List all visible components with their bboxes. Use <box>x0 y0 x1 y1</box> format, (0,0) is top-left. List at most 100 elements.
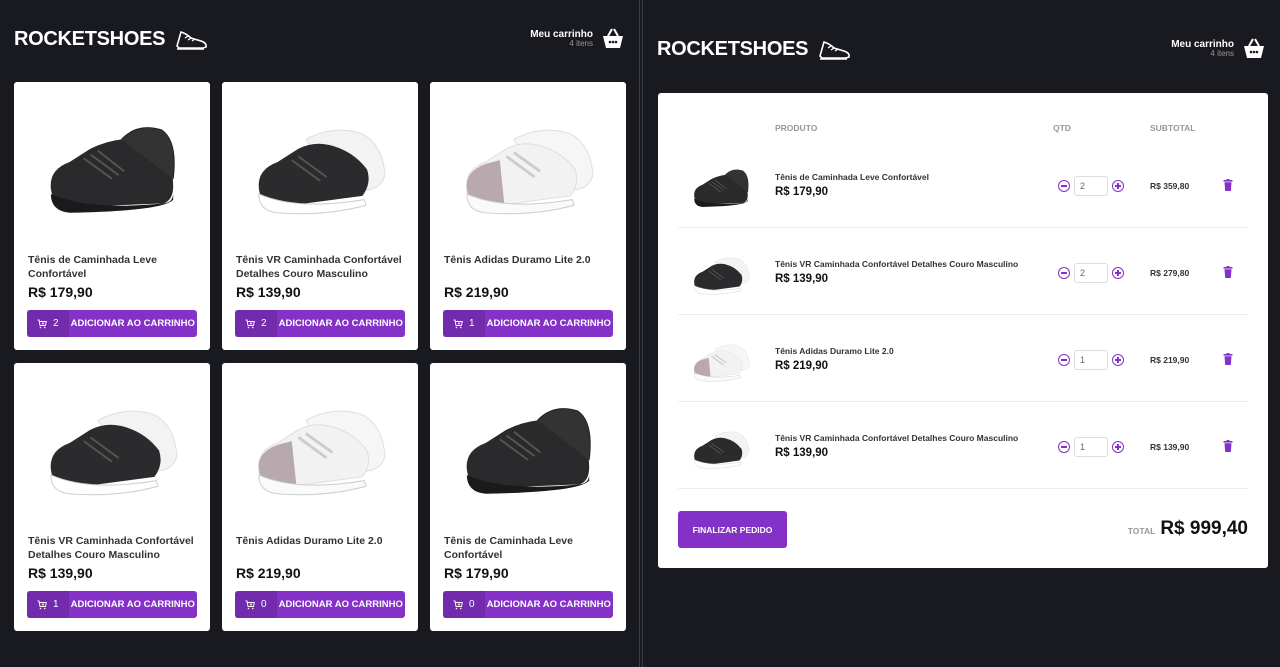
cart-add-icon <box>37 600 47 609</box>
trash-icon[interactable] <box>1223 440 1233 452</box>
product-card: Tênis de Caminhada Leve Confortável R$ 17… <box>14 82 210 350</box>
add-to-cart-button[interactable]: 1 ADICIONAR AO CARRINHO <box>443 310 613 337</box>
total-value: R$ 999,40 <box>1160 518 1248 539</box>
logo[interactable]: ROCKETSHOES <box>657 36 852 62</box>
product-image[interactable] <box>236 375 404 525</box>
product-price: R$ 179,90 <box>28 284 93 300</box>
cart-item-title: Tênis VR Caminhada Confortável Detalhes … <box>775 259 1019 269</box>
product-title: Tênis Adidas Duramo Lite 2.0 <box>236 535 383 547</box>
product-title: Tênis de Caminhada Leve Confortável <box>444 535 573 561</box>
column-header-qty: QTD <box>1053 123 1071 133</box>
header: ROCKETSHOES Meu carrinho 4 itens <box>657 32 1266 66</box>
product-image[interactable] <box>28 375 196 525</box>
product-title: Tênis VR Caminhada Confortável Detalhes … <box>28 535 194 561</box>
add-to-cart-button[interactable]: 0 ADICIONAR AO CARRINHO <box>443 591 613 618</box>
cart-item-title: Tênis de Caminhada Leve Confortável <box>775 172 929 182</box>
product-image[interactable] <box>444 375 612 525</box>
cart-link[interactable]: Meu carrinho 4 itens <box>1171 37 1266 61</box>
product-price: R$ 219,90 <box>236 565 301 581</box>
add-to-cart-button[interactable]: 2 ADICIONAR AO CARRINHO <box>27 310 197 337</box>
cart-amount-value: 2 <box>261 318 267 329</box>
cart-item-subtotal: R$ 279,80 <box>1150 268 1190 278</box>
plus-circle-icon[interactable] <box>1112 267 1124 279</box>
cart-count: 4 itens <box>569 39 593 49</box>
total-label: TOTAL <box>1127 526 1156 536</box>
cart-add-icon <box>245 319 255 328</box>
product-title: Tênis Adidas Duramo Lite 2.0 <box>444 254 591 266</box>
quantity-input[interactable] <box>1074 176 1108 196</box>
cart-item-image <box>686 337 756 382</box>
cart-row: Tênis VR Caminhada Confortável Detalhes … <box>678 228 1248 315</box>
minus-circle-icon[interactable] <box>1058 441 1070 453</box>
cart-amount: 0 <box>235 591 277 618</box>
product-image[interactable] <box>236 94 404 244</box>
product-image[interactable] <box>28 94 196 244</box>
shoe-logo-icon <box>176 30 208 50</box>
column-header-subtotal: SUBTOTAL <box>1150 123 1196 133</box>
quantity-input[interactable] <box>1074 437 1108 457</box>
product-list-pane: ROCKETSHOES Meu carrinho 4 itens Tênis d… <box>0 0 640 667</box>
plus-circle-icon[interactable] <box>1112 441 1124 453</box>
add-to-cart-button[interactable]: 2 ADICIONAR AO CARRINHO <box>235 310 405 337</box>
product-price: R$ 219,90 <box>444 284 509 300</box>
cart-amount-value: 1 <box>469 318 475 329</box>
product-title: Tênis de Caminhada Leve Confortável <box>28 254 157 280</box>
minus-circle-icon[interactable] <box>1058 180 1070 192</box>
minus-circle-icon[interactable] <box>1058 267 1070 279</box>
quantity-stepper <box>1058 263 1124 283</box>
add-to-cart-label: ADICIONAR AO CARRINHO <box>278 599 403 610</box>
product-card: Tênis Adidas Duramo Lite 2.0 R$ 219,90 0 AD… <box>222 363 418 631</box>
cart-amount: 1 <box>27 591 69 618</box>
add-to-cart-button[interactable]: 0 ADICIONAR AO CARRINHO <box>235 591 405 618</box>
cart-item-subtotal: R$ 219,90 <box>1150 355 1190 365</box>
add-to-cart-button[interactable]: 1 ADICIONAR AO CARRINHO <box>27 591 197 618</box>
product-price: R$ 139,90 <box>28 565 93 581</box>
cart-add-icon <box>245 600 255 609</box>
cart-item-image <box>686 163 756 208</box>
shoe-logo-icon <box>819 40 851 60</box>
cart-item-image <box>686 250 756 295</box>
add-to-cart-label: ADICIONAR AO CARRINHO <box>278 318 403 329</box>
product-title: Tênis VR Caminhada Confortável Detalhes … <box>236 254 402 280</box>
cart-link[interactable]: Meu carrinho 4 itens <box>530 27 625 51</box>
cart-item-title: Tênis VR Caminhada Confortável Detalhes … <box>775 433 1019 443</box>
header: ROCKETSHOES Meu carrinho 4 itens <box>14 22 625 56</box>
product-card: Tênis VR Caminhada Confortável Detalhes … <box>14 363 210 631</box>
quantity-stepper <box>1058 437 1124 457</box>
cart-row: Tênis de Caminhada Leve Confortável R$ 17… <box>678 141 1248 228</box>
quantity-input[interactable] <box>1074 263 1108 283</box>
plus-circle-icon[interactable] <box>1112 354 1124 366</box>
product-card: Tênis de Caminhada Leve Confortável R$ 17… <box>430 363 626 631</box>
product-card: Tênis VR Caminhada Confortável Detalhes … <box>222 82 418 350</box>
cart-row: Tênis VR Caminhada Confortável Detalhes … <box>678 402 1248 489</box>
trash-icon[interactable] <box>1223 179 1233 191</box>
total: TOTAL R$ 999,40 <box>1128 518 1248 540</box>
cart-amount-value: 0 <box>261 599 267 610</box>
cart-add-icon <box>453 600 463 609</box>
quantity-stepper <box>1058 176 1124 196</box>
trash-icon[interactable] <box>1223 353 1233 365</box>
quantity-input[interactable] <box>1074 350 1108 370</box>
trash-icon[interactable] <box>1223 266 1233 278</box>
cart-add-icon <box>453 319 463 328</box>
product-card: Tênis Adidas Duramo Lite 2.0 R$ 219,90 1 AD… <box>430 82 626 350</box>
cart-amount: 2 <box>235 310 277 337</box>
cart-item-subtotal: R$ 139,90 <box>1150 442 1190 452</box>
logo[interactable]: ROCKETSHOES <box>14 26 209 52</box>
product-grid: Tênis de Caminhada Leve Confortável R$ 17… <box>14 82 626 631</box>
cart-pane: ROCKETSHOES Meu carrinho 4 itens PRODUTO… <box>642 0 1280 667</box>
plus-circle-icon[interactable] <box>1112 180 1124 192</box>
cart-item-price: R$ 179,90 <box>775 186 829 198</box>
finish-order-button[interactable]: FINALIZAR PEDIDO <box>678 511 787 548</box>
add-to-cart-label: ADICIONAR AO CARRINHO <box>70 599 195 610</box>
product-image[interactable] <box>444 94 612 244</box>
cart-item-price: R$ 139,90 <box>775 273 829 285</box>
cart-item-price: R$ 219,90 <box>775 360 829 372</box>
add-to-cart-label: ADICIONAR AO CARRINHO <box>486 599 611 610</box>
cart-amount-value: 0 <box>469 599 475 610</box>
product-price: R$ 139,90 <box>236 284 301 300</box>
cart-row: Tênis Adidas Duramo Lite 2.0 R$ 219,90 R$ … <box>678 315 1248 402</box>
minus-circle-icon[interactable] <box>1058 354 1070 366</box>
cart-amount-value: 1 <box>53 599 59 610</box>
basket-icon <box>1244 38 1264 58</box>
